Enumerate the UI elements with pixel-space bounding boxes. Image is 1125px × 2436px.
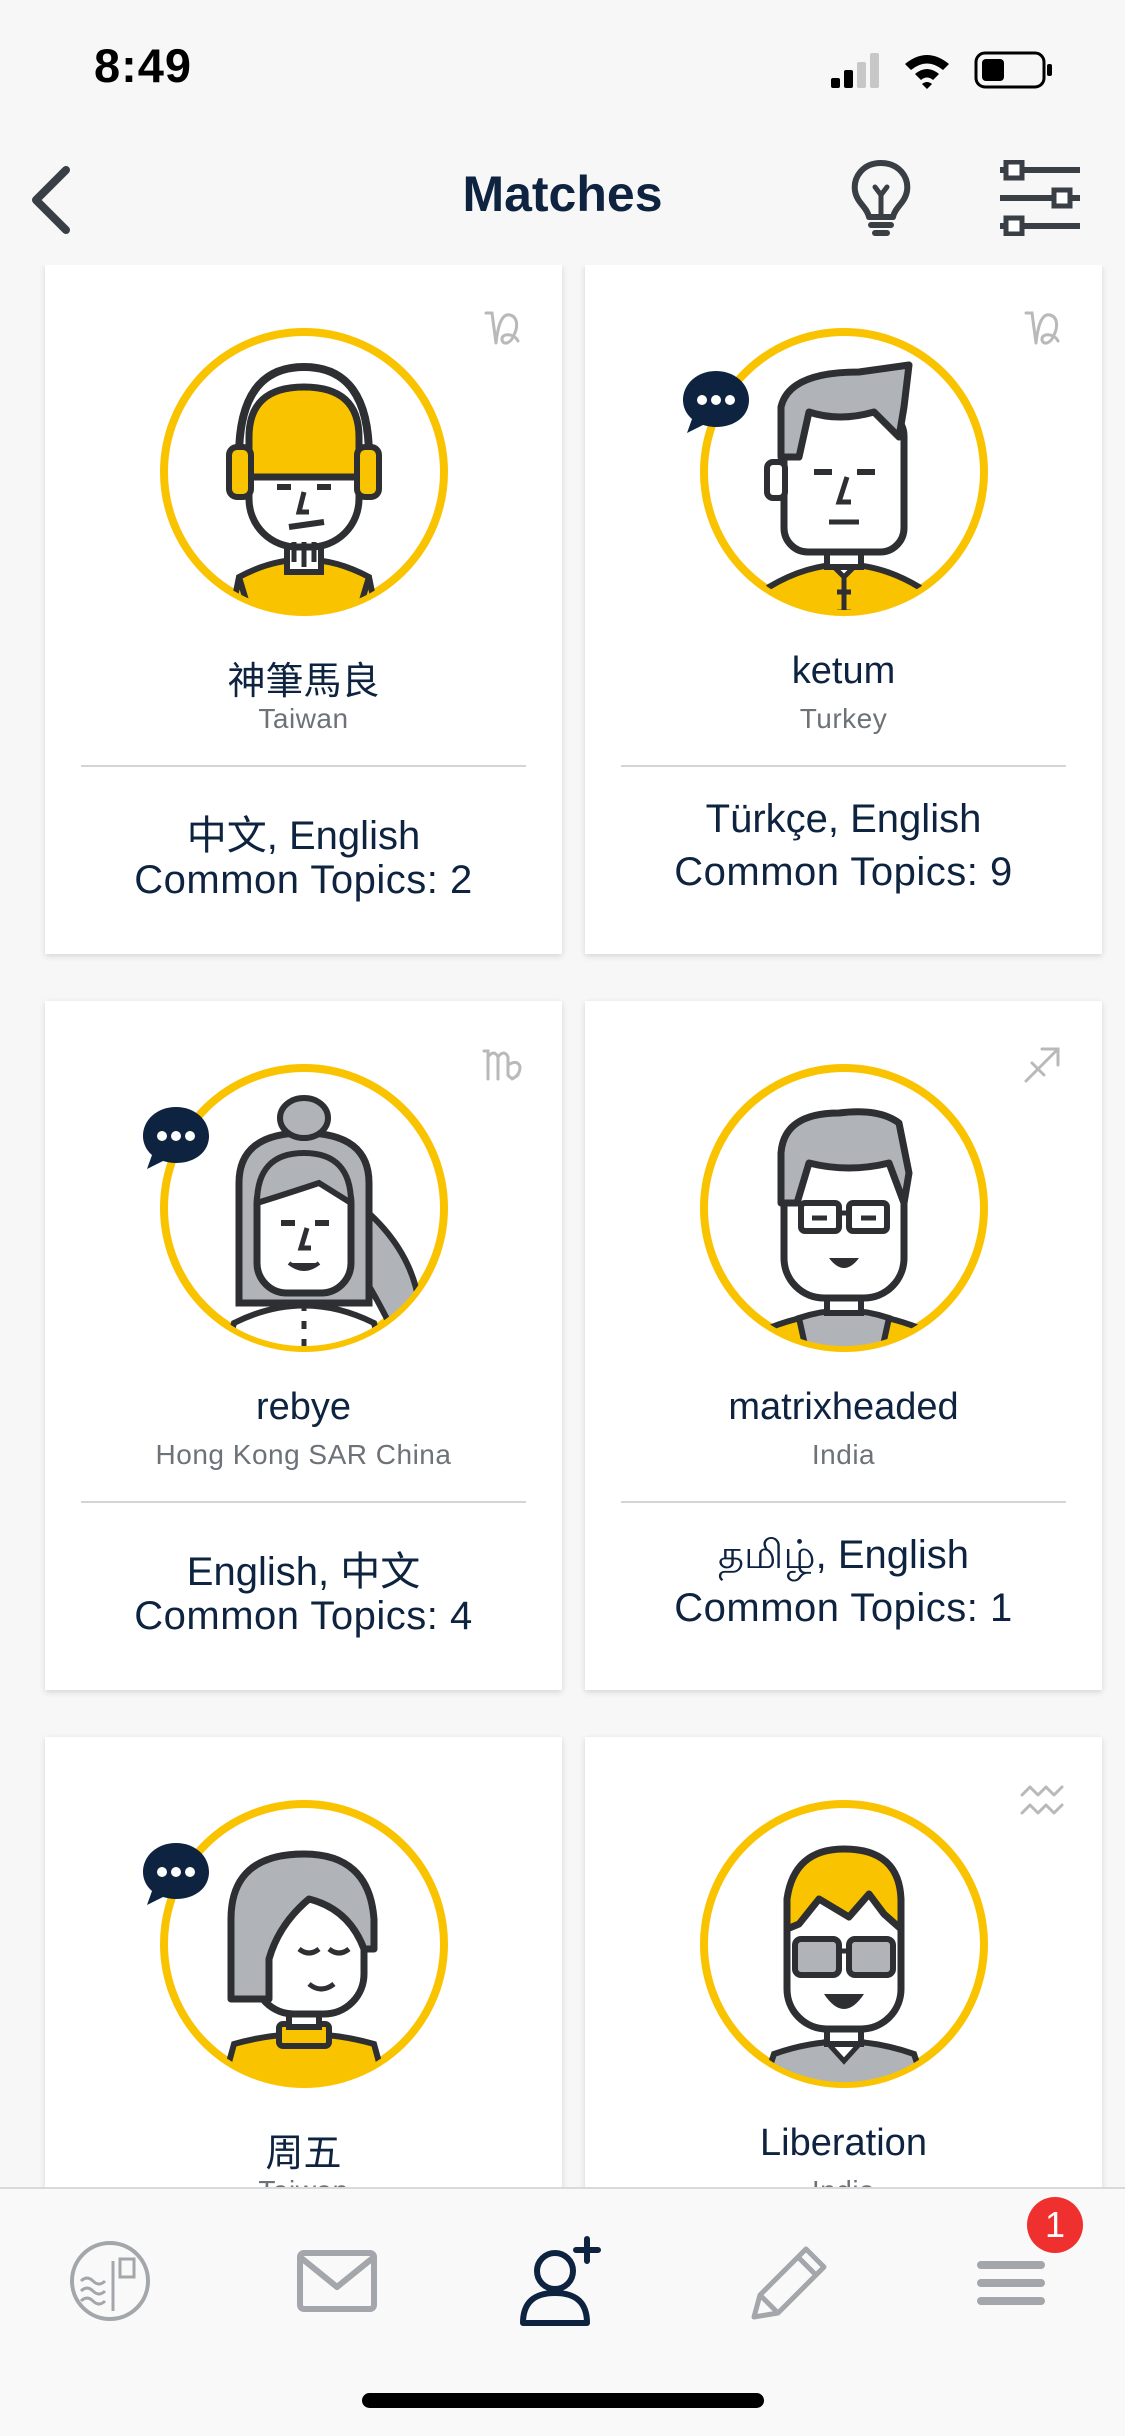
common-topics: Common Topics: 1 xyxy=(674,1586,1013,1630)
user-country: Taiwan xyxy=(45,2175,562,2187)
stamp-icon xyxy=(70,2241,150,2321)
match-card[interactable]: Liberation India xyxy=(585,1737,1102,2187)
card-divider xyxy=(621,765,1066,767)
user-name: 神筆馬良 xyxy=(227,661,380,703)
lightbulb-icon xyxy=(851,160,911,236)
user-languages: English, 中文 xyxy=(186,1550,421,1594)
tab-add-friend[interactable] xyxy=(505,2231,615,2331)
user-country: Turkey xyxy=(799,703,888,734)
user-country: Taiwan xyxy=(258,703,349,734)
wifi-icon xyxy=(905,55,949,89)
match-card[interactable]: rebye Hong Kong SAR China English, 中文 Co… xyxy=(45,1001,562,1690)
aquarius-icon xyxy=(1020,1785,1064,1815)
user-languages: 中文, English xyxy=(186,814,421,858)
match-card[interactable]: 周五 Taiwan xyxy=(45,1737,562,2187)
matches-screen: 8:49 Matches 神筆馬良 Taiwan 中文, English Com… xyxy=(0,0,1125,2436)
pencil-icon xyxy=(751,2246,827,2320)
nav-header: Matches xyxy=(0,135,1125,265)
chat-bubble-icon xyxy=(683,371,749,433)
card-divider xyxy=(621,1501,1066,1503)
add-friend-icon xyxy=(520,2236,601,2326)
user-name: matrixheaded xyxy=(728,1386,959,1428)
sliders-icon xyxy=(1000,159,1080,237)
common-topics: Common Topics: 2 xyxy=(134,858,473,902)
chat-bubble-icon xyxy=(143,1107,209,1169)
avatar-headphones xyxy=(160,328,448,616)
match-card[interactable]: ketum Turkey Türkçe, English Common Topi… xyxy=(585,265,1102,954)
user-languages: Türkçe, English xyxy=(705,797,982,841)
avatar-sunglasses xyxy=(700,1800,988,2088)
user-languages: தமிழ், English xyxy=(717,1533,970,1577)
virgo-icon xyxy=(482,1049,522,1081)
user-country: India xyxy=(811,1439,876,1470)
user-country: Hong Kong SAR China xyxy=(155,1439,452,1470)
status-time: 8:49 xyxy=(94,39,193,92)
user-country: India xyxy=(585,2175,1102,2187)
common-topics: Common Topics: 9 xyxy=(674,850,1013,894)
card-divider xyxy=(81,765,526,767)
avatar-glasses xyxy=(700,1064,988,1352)
status-icons xyxy=(831,51,1052,89)
battery-icon xyxy=(974,51,1052,89)
user-name: 周五 xyxy=(265,2133,342,2175)
tab-mail[interactable] xyxy=(282,2231,392,2331)
matches-grid: 神筆馬良 Taiwan 中文, English Common Topics: 2 xyxy=(0,265,1125,2187)
capricorn-icon xyxy=(484,311,520,345)
tips-button[interactable] xyxy=(845,157,917,237)
filter-button[interactable] xyxy=(998,159,1082,237)
chat-bubble-icon xyxy=(143,1843,209,1905)
cellular-signal-icon xyxy=(831,53,879,88)
capricorn-icon xyxy=(1024,311,1060,345)
card-divider xyxy=(81,1501,526,1503)
tab-compose[interactable] xyxy=(732,2231,842,2331)
match-card[interactable]: 神筆馬良 Taiwan 中文, English Common Topics: 2 xyxy=(45,265,562,954)
menu-notification-badge: 1 xyxy=(1027,2197,1083,2253)
match-card[interactable]: matrixheaded India தமிழ், English Common… xyxy=(585,1001,1102,1690)
user-name: Liberation xyxy=(760,2122,927,2164)
home-indicator xyxy=(362,2393,764,2408)
page-title: Matches xyxy=(462,166,663,222)
sagittarius-icon xyxy=(1024,1047,1060,1083)
user-name: ketum xyxy=(791,650,896,692)
mail-icon xyxy=(297,2250,377,2312)
tab-stamps[interactable] xyxy=(55,2231,165,2331)
common-topics: Common Topics: 4 xyxy=(134,1594,473,1638)
status-bar: 8:49 xyxy=(0,0,1125,135)
user-name: rebye xyxy=(255,1386,352,1428)
